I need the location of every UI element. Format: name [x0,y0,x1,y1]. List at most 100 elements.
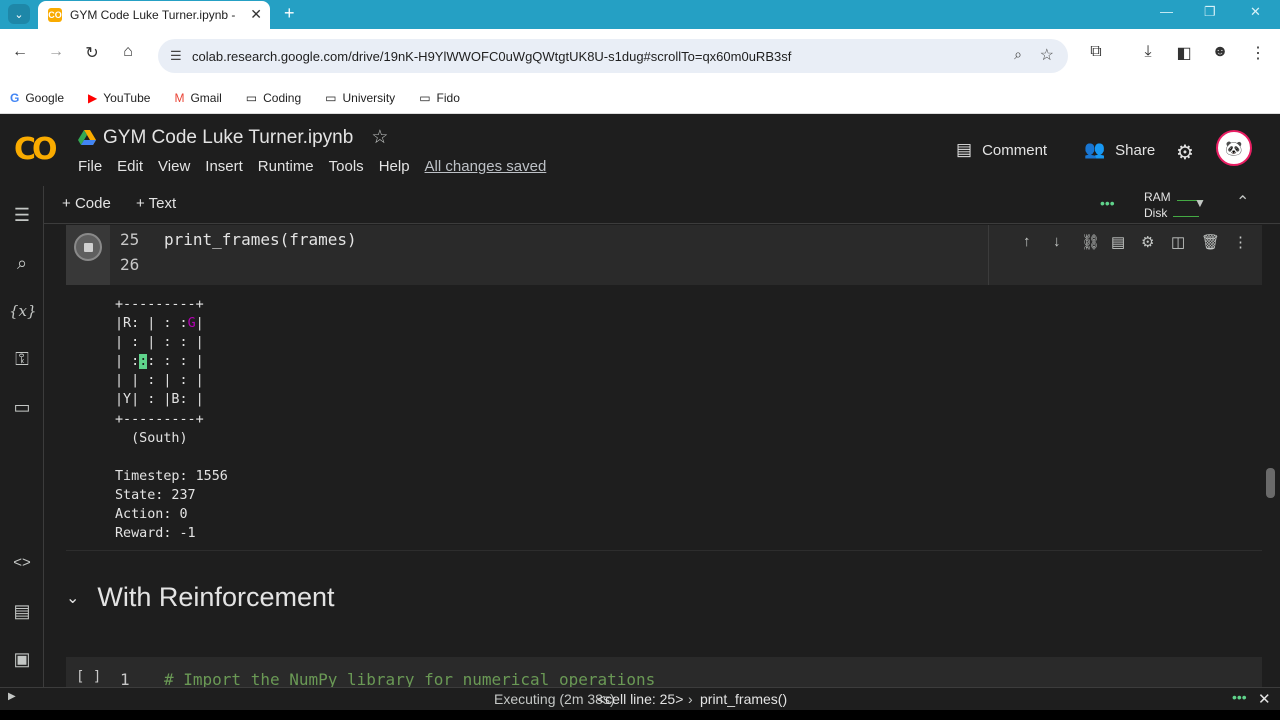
bookmark-google[interactable]: G Google [10,91,64,105]
comment-button[interactable]: ▤ Comment [956,140,1047,160]
more-options-icon[interactable]: ⋮ [1233,233,1248,251]
map-line: +---------+ [115,297,204,312]
link-icon[interactable]: ⛓ [1081,233,1100,251]
map-line: | : | : : | [115,335,204,351]
browser-tab-strip: ⌄ CO GYM Code Luke Turner.ipynb - ✕ + — … [0,0,1280,29]
side-panel-icon[interactable]: ◧ [1172,43,1196,63]
section-heading[interactable]: ⌄ With Reinforcement [66,582,335,613]
colab-logo[interactable]: CO [14,132,57,167]
browser-tab[interactable]: CO GYM Code Luke Turner.ipynb - ✕ [38,1,270,29]
secrets-key-icon[interactable]: ⚿ [9,346,35,372]
menu-edit[interactable]: Edit [117,158,143,175]
variables-icon[interactable]: {x} [9,298,37,324]
google-drive-icon[interactable] [78,129,96,146]
close-tab-icon[interactable]: ✕ [250,6,262,23]
add-text-button[interactable]: + Text [136,195,176,212]
move-down-icon[interactable]: ↓ [1053,233,1061,250]
timestep-text: Timestep: 1556 [115,468,228,484]
home-icon[interactable]: ⌂ [116,43,140,61]
notebook-toolbar: + Code + Text ••• RAM Disk ▼ ⌃ [44,186,1280,224]
screen-edge [0,710,1280,720]
left-sidebar: ☰ ⌕ {x} ⚿ ▭ <> ▤ ▣ [0,186,44,690]
cell-settings-icon[interactable]: ⚙ [1141,233,1154,251]
status-more-icon[interactable]: ••• [1232,689,1247,705]
tab-search-icon[interactable]: ⌄ [8,4,30,24]
youtube-icon: ▶ [88,90,98,105]
share-button[interactable]: 👥 Share [1084,140,1155,160]
menu-runtime[interactable]: Runtime [258,158,314,175]
table-of-contents-icon[interactable]: ☰ [9,202,35,228]
minimize-icon[interactable]: — [1160,4,1173,19]
move-up-icon[interactable]: ↑ [1023,233,1031,250]
extensions-icon[interactable]: ⧉ [1084,43,1108,61]
download-icon[interactable]: ⤓ [1136,43,1160,61]
code-snippets-icon[interactable]: <> [9,550,35,576]
bookmark-youtube[interactable]: ▶ YouTube [88,91,150,105]
scrollbar-thumb[interactable] [1266,468,1275,498]
reward-text: Reward: -1 [115,526,196,542]
menu-tools[interactable]: Tools [329,158,364,175]
site-info-icon[interactable]: ☰ [170,48,182,64]
settings-gear-icon[interactable]: ⚙ [1176,140,1194,165]
line-number: 25 [120,230,140,249]
disk-bar [1173,211,1200,217]
map-line: | | : | : | [115,373,204,389]
menu-file[interactable]: File [78,158,102,175]
user-avatar[interactable]: 🐼 [1216,130,1252,166]
add-code-button[interactable]: + Code [62,195,111,212]
action-text: Action: 0 [115,507,188,523]
reload-icon[interactable]: ↻ [80,43,104,63]
stop-execution-button[interactable] [74,233,102,261]
map-line: |R: | : :G| [115,316,204,332]
browser-menu-icon[interactable]: ⋮ [1246,43,1270,63]
chevron-down-icon[interactable]: ⌄ [66,588,79,608]
runtime-dropdown-icon[interactable]: ▼ [1194,196,1206,210]
comment-cell-icon[interactable]: ▤ [1111,233,1125,251]
gmail-icon: M [174,90,185,105]
terminal-icon[interactable]: ▣ [9,646,35,672]
menu-insert[interactable]: Insert [205,158,243,175]
bookmark-gmail[interactable]: M Gmail [174,91,221,105]
cell-line-link[interactable]: <cell line: 25> [597,691,683,707]
forward-icon[interactable]: → [44,43,68,61]
code-cell[interactable]: 25 print_frames(frames) 26 ↑ ↓ ⛓ ▤ ⚙ ◫ 🗑 … [66,225,1262,285]
cell-output: +---------+ |R: | : :G| | : | : : | | ::: :… [66,285,1262,551]
menu-view[interactable]: View [158,158,190,175]
search-icon[interactable]: ⌕ [9,250,35,276]
delete-icon[interactable]: 🗑 [1201,233,1220,251]
command-palette-icon[interactable]: ▤ [9,598,35,624]
close-status-icon[interactable]: ✕ [1258,690,1271,708]
chevron-right-icon: › [688,691,693,707]
bookmark-star-icon[interactable]: ☆ [1040,45,1054,65]
code-cell[interactable]: [ ] 1 # Import the NumPy library for nume… [66,657,1262,690]
code-line: print_frames(frames) [164,230,357,249]
back-icon[interactable]: ← [8,43,32,61]
star-icon[interactable]: ☆ [371,126,388,149]
window-close-icon[interactable]: ✕ [1250,4,1261,20]
mirror-cell-icon[interactable]: ◫ [1171,233,1185,251]
bookmark-fido[interactable]: ▭ Fido [419,91,460,105]
code-editor[interactable]: 25 print_frames(frames) 26 [120,227,357,277]
new-tab-icon[interactable]: + [284,3,295,24]
notebook-title[interactable]: GYM Code Luke Turner.ipynb [103,127,353,149]
bookmarks-bar: G Google ▶ YouTube M Gmail ▭ Coding ▭ Univers… [0,82,1280,114]
menu-help[interactable]: Help [379,158,410,175]
expand-icon[interactable]: ▶ [8,691,16,702]
execution-count: [ ] [76,669,102,685]
address-bar[interactable]: ☰ colab.research.google.com/drive/19nK-H… [158,39,1068,73]
comment-icon: ▤ [956,140,973,159]
line-number: 26 [120,255,140,274]
function-link[interactable]: print_frames() [700,691,787,707]
zoom-icon[interactable]: ⌕ [1014,46,1022,63]
google-icon: G [10,90,20,105]
files-folder-icon[interactable]: ▭ [9,394,35,420]
restore-icon[interactable]: ❐ [1204,4,1216,20]
url-text: colab.research.google.com/drive/19nK-H9Y… [192,48,792,64]
collapse-header-icon[interactable]: ⌃ [1236,192,1249,212]
state-text: State: 237 [115,487,196,503]
bookmark-university[interactable]: ▭ University [325,91,395,105]
bookmark-coding[interactable]: ▭ Coding [246,91,301,105]
output-text: +---------+ |R: | : :G| | : | : : | | ::: :… [115,295,228,543]
save-status[interactable]: All changes saved [425,158,547,175]
profile-avatar-icon[interactable]: ☻ [1208,43,1232,61]
